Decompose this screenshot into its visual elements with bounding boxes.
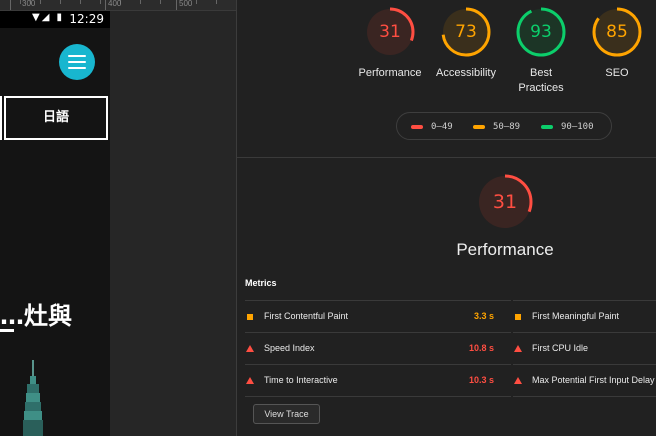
score-value: 73	[455, 22, 477, 42]
score-gauge[interactable]: 73	[441, 7, 491, 57]
score-value: 31	[379, 22, 401, 42]
menu-icon	[68, 55, 86, 57]
legend-average-range: 50–89	[493, 122, 521, 132]
language-button[interactable]: 日語	[4, 96, 108, 140]
metric-name: First CPU Idle	[532, 343, 589, 353]
ruler: 300 400 500	[0, 0, 236, 11]
score-gauge[interactable]: 31	[365, 7, 415, 57]
score-value: 93	[530, 22, 552, 42]
view-trace-button[interactable]: View Trace	[253, 404, 320, 424]
section-divider	[237, 157, 656, 158]
metric-name: First Meaningful Paint	[532, 311, 620, 321]
hero-underline	[0, 329, 14, 332]
status-time: 12:29	[69, 12, 104, 26]
legend-fail-swatch	[411, 125, 423, 129]
score-legend: 0–49 50–89 90–100	[396, 112, 612, 140]
triangle-icon	[514, 345, 522, 352]
signal-battery-icons: ▼◢ ▮	[32, 12, 65, 23]
device-preview: ▼◢ ▮ 12:29 日語 …灶與	[0, 0, 110, 436]
lighthouse-report: 31 Performance 73 Accessibility 93 Best Practi…	[237, 0, 656, 436]
metric-value: 3.3 s	[473, 311, 494, 321]
menu-icon-bar	[68, 67, 86, 69]
hamburger-menu-button[interactable]	[59, 44, 95, 80]
metric-value: 10.8 s	[468, 343, 494, 353]
square-icon	[247, 314, 253, 320]
metric-value: 10.3 s	[468, 375, 494, 385]
performance-title: Performance	[456, 240, 554, 259]
ruler-label: 400	[108, 0, 122, 8]
score-gauge[interactable]: 93	[516, 7, 566, 57]
legend-fail-range: 0–49	[431, 122, 453, 132]
score-label: SEO	[605, 67, 629, 79]
performance-score-gauge: 31	[476, 173, 534, 231]
legend-average-swatch	[473, 125, 485, 129]
tower-image	[23, 360, 43, 436]
ruler-label: 500	[179, 0, 193, 8]
status-bar: ▼◢ ▮ 12:29	[0, 10, 110, 28]
devtools-gutter	[110, 0, 236, 436]
lang-button-edge	[0, 96, 2, 140]
metric-name: Speed Index	[264, 343, 315, 353]
menu-icon-bar	[68, 61, 86, 63]
metric-name: First Contentful Paint	[264, 311, 349, 321]
ruler-label: 300	[22, 0, 36, 8]
metric-name: Time to Interactive	[264, 375, 338, 385]
performance-score-value: 31	[492, 191, 518, 213]
score-label: Performance	[358, 67, 422, 79]
legend-pass-range: 90–100	[561, 122, 594, 132]
triangle-icon	[514, 377, 522, 384]
square-icon	[515, 314, 521, 320]
triangle-icon	[246, 345, 254, 352]
score-gauge[interactable]: 85	[592, 7, 642, 57]
triangle-icon	[246, 377, 254, 384]
legend-pass-swatch	[541, 125, 553, 129]
metric-name: Max Potential First Input Delay	[532, 375, 655, 385]
score-label: Best Practices	[518, 67, 564, 94]
hero-heading: …灶與	[0, 302, 72, 330]
score-value: 85	[606, 22, 628, 42]
score-label: Accessibility	[436, 67, 496, 79]
metrics-heading: Metrics	[245, 278, 277, 288]
